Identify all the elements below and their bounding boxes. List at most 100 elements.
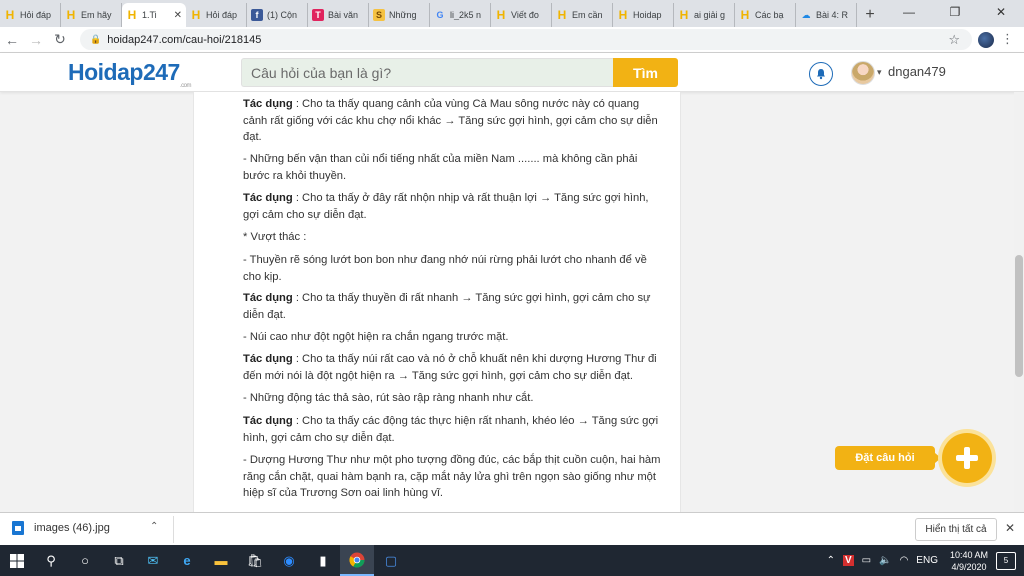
username[interactable]: dngan479 — [888, 64, 946, 79]
tab-label: 1.Ti — [142, 10, 157, 20]
notification-bell-icon[interactable] — [809, 62, 833, 86]
tab-label: Viết đo — [511, 10, 539, 20]
close-download-bar-icon[interactable]: ✕ — [1005, 521, 1015, 535]
t-favicon-icon: T — [312, 9, 324, 21]
bookmark-star-icon[interactable]: ☆ — [948, 32, 960, 48]
battery-icon[interactable]: ▭ — [862, 555, 871, 566]
chrome-icon[interactable] — [340, 545, 374, 576]
browser-tab[interactable]: Hai giải g — [674, 3, 735, 27]
mail-icon[interactable]: ✉ — [136, 545, 170, 576]
edge-icon[interactable]: e — [170, 545, 204, 576]
profile-avatar[interactable] — [978, 32, 994, 48]
search-placeholder: Câu hỏi của bạn là gì? — [251, 64, 392, 81]
zoom-icon[interactable]: ◉ — [272, 545, 306, 576]
paragraph-text: : Cho ta thấy các động tác thực hiện rất… — [243, 415, 659, 444]
paragraph-text: : Cho ta thấy quang cảnh của vùng Cà Mau… — [243, 98, 658, 143]
logo-subtext: .com — [180, 83, 192, 89]
answer-paragraph: Tác dụng : Cho ta thấy các động tác thực… — [243, 413, 665, 446]
menu-kebab-icon[interactable]: ⋮ — [1001, 31, 1014, 47]
vietnamese-input-icon[interactable]: V — [842, 555, 854, 566]
answer-paragraph: Tác dụng : Cho ta thấy thuyền đi rất nha… — [243, 290, 665, 323]
browser-tab[interactable]: H Hỏi đáp — [0, 3, 61, 27]
windows-taskbar: ⚲ ○ ⧉ ✉ e ▬ 🛍 ◉ ▮ ▢ ⌃ V ▭ 🔈 ◠ ENG 10:40 … — [0, 545, 1024, 576]
search-input[interactable]: Câu hỏi của bạn là gì? — [241, 58, 613, 87]
paragraph-text: : Cho ta thấy thuyền đi rất nhanh → Tăng… — [243, 292, 651, 321]
word-icon[interactable]: ▢ — [374, 545, 408, 576]
paragraph-label: Tác dụng — [243, 98, 293, 110]
chevron-down-icon[interactable]: ▾ — [877, 67, 882, 78]
facebook-favicon-icon: f — [251, 9, 263, 21]
close-window-icon[interactable]: ✕ — [978, 0, 1024, 24]
volume-icon[interactable]: 🔈 — [879, 555, 891, 566]
browser-tab[interactable]: H Các bạ — [735, 3, 796, 27]
download-item[interactable]: images (46).jpg — [12, 521, 110, 535]
hoidap-favicon-icon: H — [740, 8, 750, 22]
paragraph-text: - Những bến vận than củi nổi tiếng nhất … — [243, 153, 638, 182]
paragraph-label: Tác dụng — [243, 415, 293, 427]
reload-icon[interactable]: ↻ — [48, 31, 72, 48]
tab-label: Hoidap — [633, 10, 662, 20]
scrollbar-thumb[interactable] — [1015, 255, 1023, 377]
browser-tab[interactable]: Gli_2k5 n — [430, 3, 491, 27]
paragraph-text: - Dượng Hương Thư như một pho tượng đồng… — [243, 454, 661, 499]
forward-arrow-icon[interactable]: → — [24, 32, 48, 48]
browser-tab[interactable]: H Em hãy — [61, 3, 122, 27]
paragraph-text: : Cho ta thấy núi rất cao và nó ở chỗ kh… — [243, 353, 657, 382]
browser-tab[interactable]: T Bài văn — [308, 3, 369, 27]
page-scrollbar[interactable] — [1014, 92, 1024, 512]
browser-tab[interactable]: ☁ Bài 4: R — [796, 3, 857, 27]
search-button[interactable]: Tìm — [613, 58, 678, 87]
clock[interactable]: 10:40 AM 4/9/2020 — [950, 549, 988, 573]
browser-tab[interactable]: f (1) Cộn — [247, 3, 308, 27]
language-indicator[interactable]: ENG — [916, 555, 938, 566]
answer-paragraph: - Những bến vận than củi nổi tiếng nhất … — [243, 151, 665, 184]
close-tab-icon[interactable]: ✕ — [174, 10, 182, 21]
clock-time: 10:40 AM — [949, 549, 988, 560]
browser-tab-strip: H Hỏi đáp H Em hãy H 1.Ti ✕ H Hỏi đáp f (1) Cộ… — [0, 0, 1024, 27]
add-question-plus-icon[interactable] — [942, 433, 992, 483]
browser-tab-active[interactable]: H 1.Ti ✕ — [122, 3, 186, 27]
tab-label: li_2k5 n — [450, 10, 482, 20]
restore-icon[interactable]: ❐ — [932, 0, 978, 24]
answer-paragraph: Tác dụng : Cho ta thấy núi rất cao và nó… — [243, 351, 665, 384]
answer-paragraph: - Thuyền rẽ sóng lướt bon bon như đang n… — [243, 252, 665, 285]
cortana-icon[interactable]: ○ — [68, 545, 102, 576]
browser-tab[interactable]: H Hoidap — [613, 3, 674, 27]
show-all-button[interactable]: Hiển thị tất cả — [915, 518, 997, 541]
file-explorer-icon[interactable]: ▬ — [204, 545, 238, 576]
address-bar[interactable]: 🔒 hoidap247.com/cau-hoi/218145 ☆ — [80, 29, 972, 50]
search-icon[interactable]: ⚲ — [34, 545, 68, 576]
user-avatar[interactable] — [851, 61, 875, 85]
tab-label: ai giải g — [694, 10, 726, 20]
ask-question-button[interactable]: Đặt câu hỏi — [835, 446, 941, 470]
back-arrow-icon[interactable]: ← — [0, 32, 24, 48]
answer-paragraph: - Dượng Hương Thư như một pho tượng đồng… — [243, 452, 665, 502]
paragraph-text: - Những động tác thả sào, rút sào rập rà… — [243, 392, 534, 404]
up-arrow-icon[interactable]: ⌃ — [827, 555, 835, 566]
chevron-up-icon[interactable]: ⌃ — [150, 521, 158, 532]
new-tab-button[interactable]: + — [857, 3, 883, 27]
task-view-icon[interactable]: ⧉ — [102, 545, 136, 576]
tab-label: Hỏi đáp — [206, 10, 238, 20]
s-favicon-icon: S — [373, 9, 385, 21]
answer-paragraph: - Những động tác thả sào, rút sào rập rà… — [243, 390, 665, 407]
site-header: Hoidap247 .com Câu hỏi của bạn là gì? Tìm… — [0, 53, 1024, 92]
browser-tab[interactable]: H Hỏi đáp — [186, 3, 247, 27]
browser-tab[interactable]: H Em cần — [552, 3, 613, 27]
site-logo[interactable]: Hoidap247 .com — [68, 59, 192, 89]
windows-start-icon[interactable] — [0, 545, 34, 576]
network-icon[interactable]: ◠ — [900, 555, 909, 566]
browser-tab[interactable]: H Viết đo — [491, 3, 552, 27]
tab-label: Bài văn — [328, 10, 359, 20]
browser-toolbar: ← → ↻ 🔒 hoidap247.com/cau-hoi/218145 ☆ ⋮ — [0, 27, 1024, 53]
store-icon[interactable]: 🛍 — [238, 545, 272, 576]
browser-tab[interactable]: S Những — [369, 3, 430, 27]
app-icon[interactable]: ▮ — [306, 545, 340, 576]
hoidap-favicon-icon: H — [679, 8, 689, 22]
download-filename: images (46).jpg — [34, 522, 110, 534]
minimize-icon[interactable]: — — [886, 0, 932, 24]
divider — [173, 516, 174, 543]
notification-center-icon[interactable]: 5 — [996, 551, 1016, 570]
tab-label: Những — [389, 10, 417, 20]
answer-content: Tác dụng : Cho ta thấy quang cảnh của vù… — [193, 92, 681, 512]
